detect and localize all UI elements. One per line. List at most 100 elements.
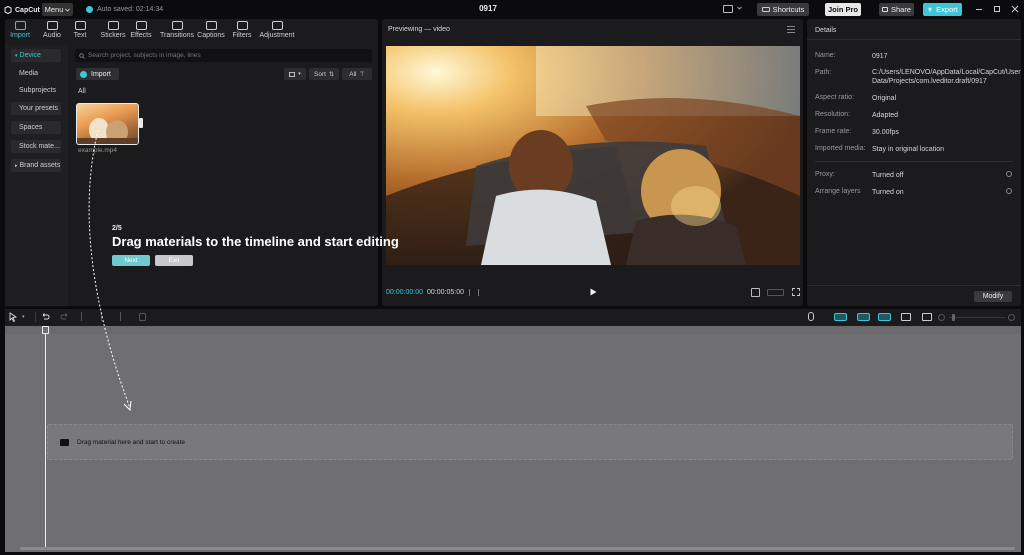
captions-icon [205, 21, 217, 30]
timeline-panel: ▾ Drag material here and start to create [5, 309, 1021, 552]
filter-icon: ⊤ [359, 71, 365, 78]
detail-value-path: C:/Users/LENOVO/AppData/Local/CapCut/Use… [872, 69, 1021, 85]
menu-button[interactable]: Menu [42, 3, 73, 16]
tab-import[interactable]: Import [9, 21, 31, 45]
layout-chevron-icon[interactable] [737, 6, 742, 10]
export-icon [928, 6, 932, 12]
sidebar-item-subprojects[interactable]: Subprojects [11, 84, 61, 97]
join-pro-button[interactable]: Join Pro [825, 3, 861, 16]
tab-captions[interactable]: Captions [195, 21, 227, 45]
sidebar-item-spaces[interactable]: Spaces [11, 121, 61, 134]
player-menu-icon[interactable] [787, 26, 795, 33]
view-mode-dropdown[interactable]: ▾ [284, 68, 306, 80]
join-pro-label: Join Pro [827, 5, 858, 14]
details-header: Details [815, 27, 837, 34]
main-track-dropzone[interactable]: Drag material here and start to create [47, 424, 1013, 460]
restore-icon[interactable] [994, 6, 1000, 12]
project-title: 0917 [479, 4, 497, 13]
minimize-icon[interactable] [976, 9, 982, 10]
caption-icon[interactable] [922, 313, 932, 321]
export-button[interactable]: Export [923, 3, 962, 16]
timeline-scrollbar[interactable] [20, 547, 1015, 550]
tour-title: Drag materials to the timeline and start… [112, 234, 399, 249]
search-placeholder: Search project, subjects in image, lines [88, 52, 201, 59]
total-timecode: 00:00:05:00 [427, 289, 464, 296]
preview-axis-icon[interactable] [901, 313, 911, 321]
share-button[interactable]: Share [879, 3, 914, 16]
tab-transitions[interactable]: Transitions [159, 21, 195, 45]
details-panel: Details Name: 0917 Path: C:/Users/LENOVO… [807, 19, 1021, 306]
tab-label: Audio [43, 32, 61, 39]
tab-audio[interactable]: Audio [39, 21, 65, 45]
redo-icon[interactable] [60, 312, 69, 321]
playhead-handle[interactable] [42, 326, 49, 334]
sidebar-item-device[interactable]: ▾ Device [11, 49, 61, 62]
select-tool-icon[interactable] [9, 312, 18, 322]
delete-icon[interactable] [139, 313, 146, 321]
effects-icon [135, 21, 147, 30]
media-search-input[interactable]: Search project, subjects in image, lines [75, 49, 372, 62]
sidebar-item-label: Media [19, 70, 39, 77]
main-track-magnet-icon[interactable] [834, 313, 847, 321]
import-button[interactable]: Import [76, 68, 119, 80]
sidebar-item-label: Spaces [19, 124, 43, 131]
zoom-out-icon[interactable] [938, 314, 945, 321]
tab-label: Stickers [100, 32, 126, 39]
video-frame-image [386, 46, 800, 265]
zoom-slider-handle[interactable] [952, 314, 955, 321]
timecode-list-icon[interactable] [469, 289, 479, 296]
tab-text[interactable]: Text [70, 21, 90, 45]
tab-filters[interactable]: Filters [231, 21, 253, 45]
media-add-handle[interactable] [139, 118, 143, 128]
modify-button[interactable]: Modify [974, 291, 1012, 302]
capcut-logo-icon [4, 6, 12, 14]
close-icon[interactable] [1011, 5, 1019, 13]
app-logo-text: CapCut [15, 6, 40, 14]
zoom-slider[interactable] [949, 317, 1005, 318]
sidebar-item-media[interactable]: Media [11, 67, 61, 80]
detail-value-resolution: Adapted [872, 112, 899, 119]
tour-exit-label: Exit [168, 257, 180, 264]
layout-icon[interactable] [723, 5, 733, 13]
fit-screen-icon[interactable] [751, 288, 760, 297]
proxy-info-icon[interactable] [1006, 171, 1012, 177]
video-preview[interactable] [386, 46, 800, 265]
player-header: Previewing — video [388, 26, 450, 33]
timeline-track-area[interactable]: Drag material here and start to create [5, 326, 1021, 552]
arrange-info-icon[interactable] [1006, 188, 1012, 194]
play-icon[interactable] [590, 288, 597, 296]
details-divider [815, 161, 1013, 162]
detail-label-framerate: Frame rate: [815, 128, 852, 135]
cloud-saved-icon [86, 6, 93, 13]
sidebar-item-label: Device [19, 52, 41, 59]
zoom-in-icon[interactable] [1008, 314, 1015, 321]
tab-effects[interactable]: Effects [129, 21, 153, 45]
autosave-text: Auto saved: 02:14:34 [97, 6, 164, 13]
detail-value-arrange: Turned on [872, 189, 904, 196]
details-divider [807, 39, 1021, 40]
undo-icon[interactable] [41, 312, 50, 321]
chevron-down-icon: ▾ [298, 71, 301, 77]
tab-label: Filters [232, 32, 252, 39]
sort-button[interactable]: Sort ⇅ [309, 68, 339, 80]
sidebar-item-presets[interactable]: Your presets [11, 102, 61, 115]
tab-stickers[interactable]: Stickers [99, 21, 127, 45]
microphone-icon[interactable] [808, 312, 814, 321]
linkage-icon[interactable] [878, 313, 891, 321]
auto-snap-icon[interactable] [857, 313, 870, 321]
fullscreen-icon[interactable] [792, 288, 800, 296]
filter-all-button[interactable]: All ⊤ [342, 68, 372, 80]
playhead[interactable] [45, 326, 46, 548]
sidebar-item-brand-assets[interactable]: ▸ Brand assets [11, 159, 61, 172]
menu-label: Menu [44, 5, 64, 14]
sort-icon: ⇅ [328, 71, 334, 78]
caret-right-icon: ▸ [15, 162, 18, 169]
player-panel: Previewing — video 00:00:00:00 00:00:05:… [382, 19, 803, 306]
chevron-down-icon[interactable]: ▾ [22, 314, 25, 320]
shortcuts-button[interactable]: Shortcuts [757, 3, 809, 16]
keyboard-icon [761, 7, 770, 12]
sidebar-item-stock[interactable]: Stock mate... [11, 140, 61, 153]
tour-exit-button[interactable]: Exit [155, 255, 193, 266]
ratio-button[interactable] [767, 289, 784, 296]
tab-adjustment[interactable]: Adjustment [258, 21, 296, 45]
